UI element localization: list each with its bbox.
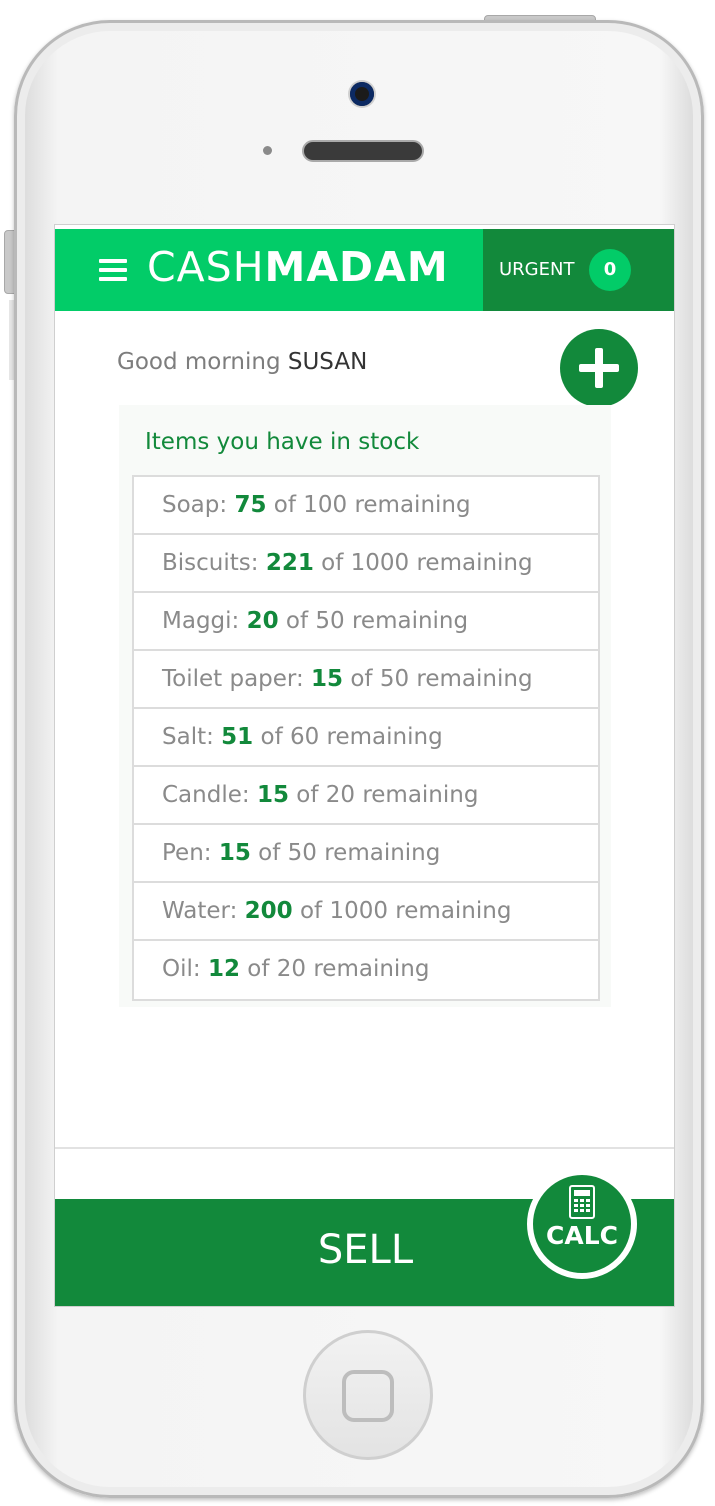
earpiece-speaker	[302, 140, 424, 162]
logo-bold: MADAM	[264, 243, 449, 291]
urgent-button[interactable]: URGENT 0	[483, 229, 674, 311]
home-button-icon	[342, 1370, 394, 1422]
stock-item[interactable]: Candle: 15 of 20 remaining	[134, 767, 598, 825]
item-remaining-text: of 20 remaining	[288, 782, 479, 808]
stock-item[interactable]: Water: 200 of 1000 remaining	[134, 883, 598, 941]
calc-label: CALC	[546, 1221, 618, 1250]
stock-item[interactable]: Toilet paper: 15 of 50 remaining	[134, 651, 598, 709]
home-button[interactable]	[303, 1330, 433, 1460]
item-quantity: 51	[221, 724, 254, 750]
stock-list: Soap: 75 of 100 remaining Biscuits: 221 …	[132, 475, 600, 1001]
proximity-sensor	[263, 146, 272, 155]
item-name: Salt:	[162, 724, 222, 750]
item-remaining-text: of 50 remaining	[343, 666, 533, 692]
stock-heading: Items you have in stock	[145, 429, 420, 455]
top-bar: CASHMADAM URGENT 0	[55, 229, 674, 311]
item-quantity: 20	[246, 608, 279, 634]
item-quantity: 15	[218, 840, 251, 866]
calculator-button[interactable]: CALC	[527, 1169, 637, 1279]
item-quantity: 12	[207, 956, 240, 982]
stock-item[interactable]: Oil: 12 of 20 remaining	[134, 941, 598, 999]
greeting: Good morning SUSAN	[117, 349, 367, 375]
item-name: Soap:	[162, 492, 235, 518]
stock-item[interactable]: Biscuits: 221 of 1000 remaining	[134, 535, 598, 593]
menu-icon[interactable]	[99, 259, 127, 281]
item-remaining-text: of 50 remaining	[250, 840, 441, 866]
stock-item[interactable]: Pen: 15 of 50 remaining	[134, 825, 598, 883]
item-name: Pen:	[162, 840, 219, 866]
add-item-button[interactable]	[560, 329, 638, 407]
front-camera	[350, 82, 374, 106]
item-remaining-text: of 1000 remaining	[313, 550, 533, 576]
urgent-label: URGENT	[499, 259, 575, 280]
urgent-count-badge: 0	[589, 249, 631, 291]
item-quantity: 200	[244, 898, 293, 924]
app-logo: CASHMADAM	[147, 243, 449, 291]
item-remaining-text: of 50 remaining	[278, 608, 469, 634]
item-name: Toilet paper:	[162, 666, 312, 692]
item-quantity: 15	[311, 666, 344, 692]
item-remaining-text: of 60 remaining	[253, 724, 443, 750]
brand-bar: CASHMADAM	[55, 229, 483, 311]
item-name: Maggi:	[162, 608, 247, 634]
item-name: Biscuits:	[162, 550, 266, 576]
stock-item[interactable]: Soap: 75 of 100 remaining	[134, 477, 598, 535]
item-name: Oil:	[162, 956, 208, 982]
calculator-icon	[569, 1185, 595, 1219]
stock-item[interactable]: Salt: 51 of 60 remaining	[134, 709, 598, 767]
item-name: Candle:	[162, 782, 257, 808]
item-remaining-text: of 100 remaining	[266, 492, 471, 518]
item-name: Water:	[162, 898, 245, 924]
stock-item[interactable]: Maggi: 20 of 50 remaining	[134, 593, 598, 651]
greeting-text: Good morning	[117, 349, 281, 375]
stock-panel: Items you have in stock Soap: 75 of 100 …	[119, 405, 611, 1007]
item-quantity: 15	[256, 782, 289, 808]
item-quantity: 75	[234, 492, 267, 518]
item-quantity: 221	[265, 550, 314, 576]
item-remaining-text: of 1000 remaining	[292, 898, 512, 924]
app-screen: CASHMADAM URGENT 0 Good morning SUSAN It…	[54, 224, 675, 1307]
logo-light: CASH	[147, 243, 265, 291]
user-name: SUSAN	[287, 349, 368, 375]
item-remaining-text: of 20 remaining	[239, 956, 430, 982]
